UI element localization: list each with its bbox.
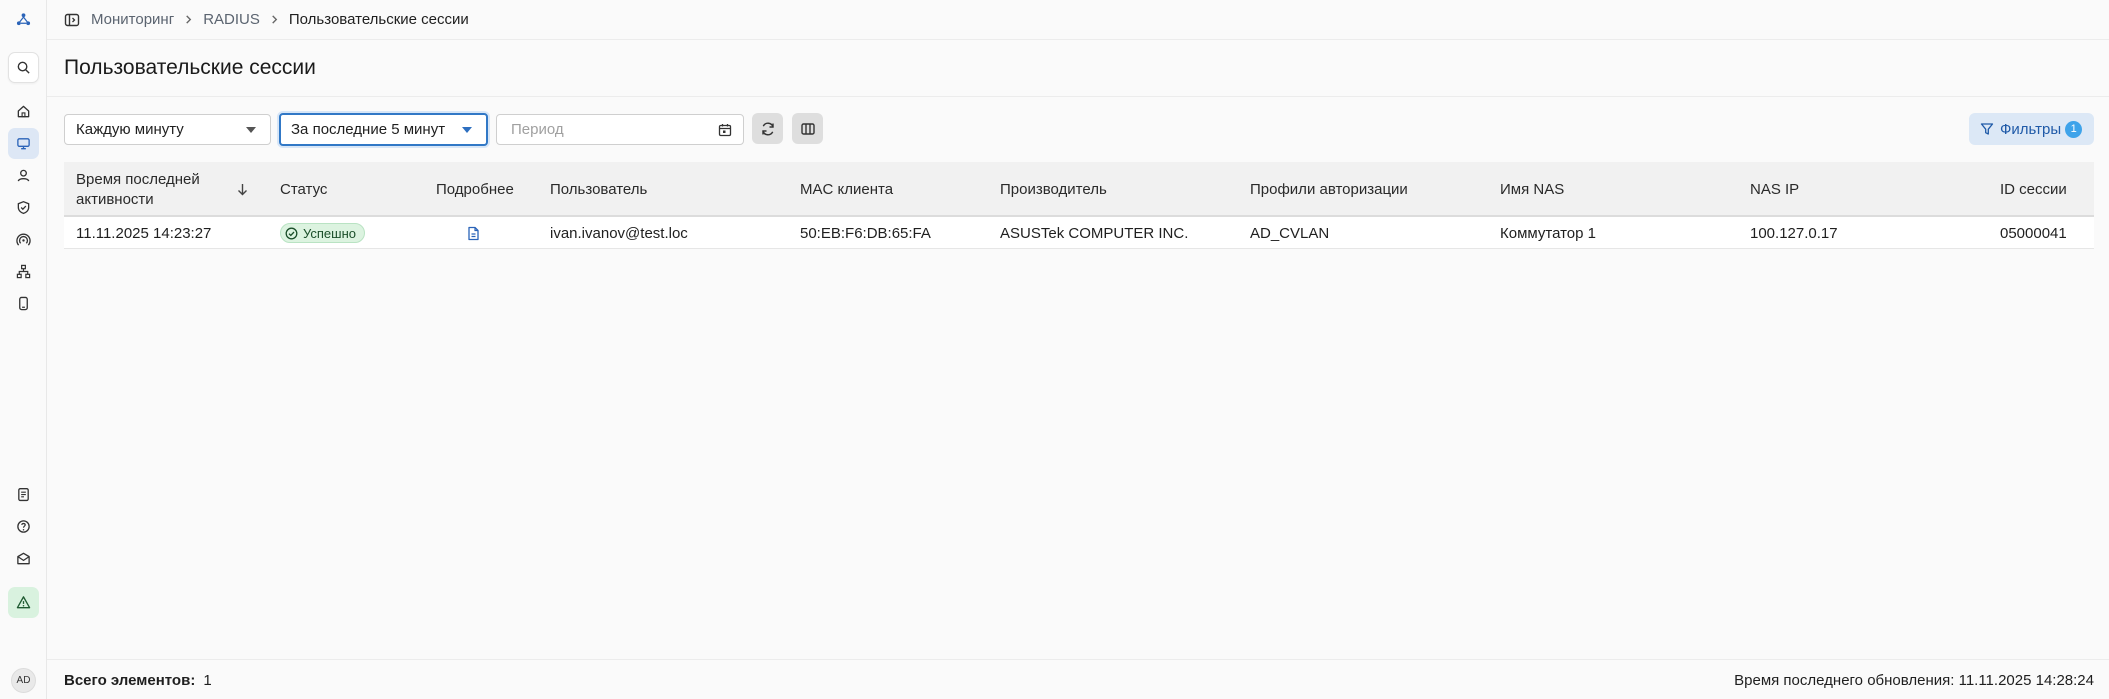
wireless-icon[interactable] [8, 224, 39, 255]
time-range-value: За последние 5 минут [291, 121, 446, 138]
filter-icon [1980, 123, 1994, 135]
columns-icon [800, 122, 815, 135]
docs-icon[interactable] [8, 479, 39, 510]
breadcrumb-item-radius[interactable]: RADIUS [203, 11, 260, 28]
avatar[interactable]: AD [11, 668, 36, 693]
cell-nas-name: Коммутатор 1 [1500, 224, 1596, 242]
footer: Всего элементов: 1 Время последнего обнов… [47, 659, 2109, 699]
cell-vendor: ASUSTek COMPUTER INC. [1000, 224, 1189, 242]
total-label: Всего элементов: [64, 672, 196, 689]
mail-icon[interactable] [8, 543, 39, 574]
check-circle-icon [285, 227, 298, 239]
chevron-right-icon [270, 15, 279, 24]
total-value: 1 [203, 672, 212, 689]
status-badge: Успешно [280, 223, 365, 243]
calendar-icon[interactable] [718, 123, 732, 137]
search-icon[interactable] [8, 52, 39, 83]
cell-session-id: 05000041 [2000, 224, 2067, 242]
column-header-vendor[interactable]: Производитель [1000, 162, 1107, 217]
breadcrumb: Мониторинг RADIUS Пользовательские сесси… [47, 0, 2109, 40]
column-header-mac[interactable]: MAC клиента [800, 162, 893, 217]
monitor-icon[interactable] [8, 128, 39, 159]
filters-count-badge: 1 [2065, 120, 2083, 138]
logo-icon[interactable] [8, 4, 39, 35]
cell-details [466, 217, 481, 249]
user-icon[interactable] [8, 160, 39, 191]
network-icon[interactable] [8, 256, 39, 287]
breadcrumb-item-monitoring[interactable]: Мониторинг [91, 11, 174, 28]
sessions-table: Время последней активности Статус Подроб… [64, 162, 2094, 249]
last-updated: Время последнего обновления: 11.11.2025 … [1734, 672, 2094, 689]
sort-arrow-down-icon[interactable] [235, 182, 250, 197]
device-icon[interactable] [8, 288, 39, 319]
refresh-icon [761, 122, 774, 135]
column-header-nas-name[interactable]: Имя NAS [1500, 162, 1564, 217]
period-input[interactable] [511, 121, 711, 138]
help-icon[interactable] [8, 511, 39, 542]
title-bar: Пользовательские сессии [47, 40, 2109, 97]
columns-button[interactable] [792, 113, 823, 144]
column-header-session-id[interactable]: ID сессии [2000, 162, 2067, 217]
column-header-user[interactable]: Пользователь [550, 162, 647, 217]
refresh-interval-value: Каждую минуту [76, 121, 184, 138]
column-header-nas-ip[interactable]: NAS IP [1750, 162, 1799, 217]
total-count: Всего элементов: 1 [64, 672, 212, 689]
filters-label: Фильтры [2000, 120, 2062, 138]
cell-auth-profile: AD_CVLAN [1250, 224, 1330, 242]
chevron-right-icon [184, 15, 193, 24]
table-header: Время последней активности Статус Подроб… [64, 162, 2094, 217]
sidebar-toggle-icon[interactable] [64, 12, 80, 28]
page-title: Пользовательские сессии [64, 56, 316, 79]
cell-nas-ip: 100.127.0.17 [1750, 224, 1838, 242]
column-header-status[interactable]: Статус [280, 162, 327, 217]
status-label: Успешно [303, 225, 356, 241]
refresh-button[interactable] [752, 113, 783, 144]
caret-down-icon [462, 127, 472, 133]
breadcrumb-item-current: Пользовательские сессии [288, 11, 469, 28]
cell-status: Успешно [280, 217, 365, 249]
table-row[interactable]: 11.11.2025 14:23:27 Успешно ivan.ivanov@… [64, 217, 2094, 249]
document-icon[interactable] [466, 226, 481, 241]
filters-button[interactable]: Фильтры 1 [1969, 113, 2094, 145]
alert-icon[interactable] [8, 587, 39, 618]
column-header-auth-profiles[interactable]: Профили авторизации [1250, 162, 1408, 217]
cell-mac: 50:EB:F6:DB:65:FA [800, 224, 931, 242]
time-range-select[interactable]: За последние 5 минут [279, 113, 488, 146]
period-field[interactable] [496, 114, 744, 145]
refresh-interval-select[interactable]: Каждую минуту [64, 114, 271, 145]
cell-user: ivan.ivanov@test.loc [550, 224, 688, 242]
sidebar: AD [0, 0, 47, 699]
home-icon[interactable] [8, 96, 39, 127]
cell-last-activity: 11.11.2025 14:23:27 [76, 224, 212, 242]
column-header-details[interactable]: Подробнее [436, 162, 514, 217]
column-header-last-activity[interactable]: Время последней активности [76, 162, 226, 217]
caret-down-icon [246, 127, 256, 133]
shield-icon[interactable] [8, 192, 39, 223]
